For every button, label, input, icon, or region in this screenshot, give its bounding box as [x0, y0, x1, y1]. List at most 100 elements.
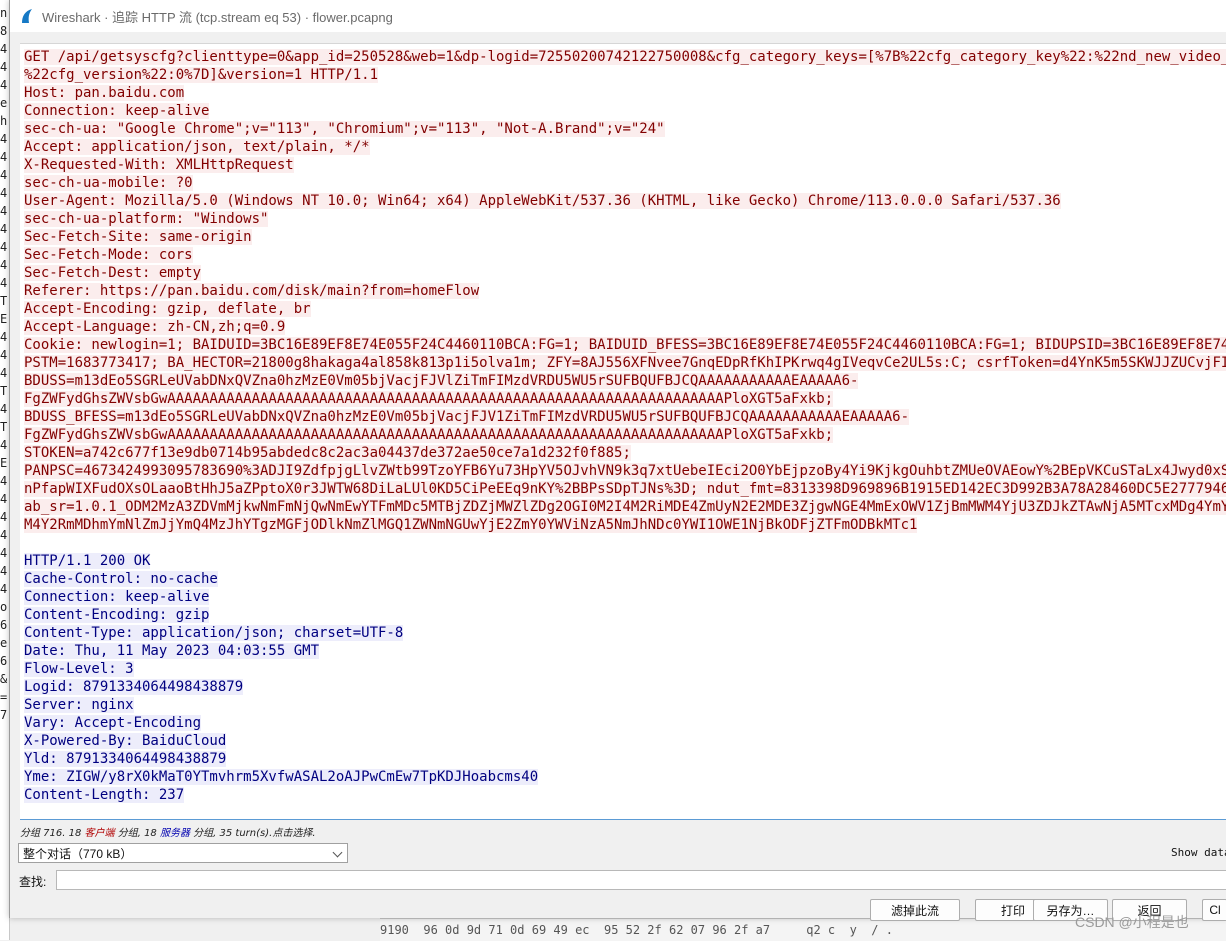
background-char: e	[0, 636, 8, 650]
background-char: E	[0, 456, 8, 470]
close-button[interactable]: Cl	[1202, 899, 1226, 921]
background-char: 4	[0, 366, 8, 380]
background-char: 4	[0, 186, 8, 200]
find-label: 查找:	[19, 875, 47, 889]
background-char: T	[0, 420, 8, 434]
summary-prefix: 分组 716. 18	[20, 828, 85, 839]
request-line: PANPSC=4673424993095783690%3ADJI9ZdfpjgL…	[24, 463, 1226, 479]
background-char: e	[0, 96, 8, 110]
request-line: Connection: keep-alive	[24, 103, 210, 119]
background-char: T	[0, 384, 8, 398]
background-char: 6	[0, 654, 8, 668]
background-char: 4	[0, 258, 8, 272]
background-char: 4	[0, 438, 8, 452]
filter-out-stream-button[interactable]: 滤掉此流	[870, 899, 960, 921]
find-input[interactable]	[56, 870, 1226, 890]
response-line: Cache-Control: no-cache	[24, 571, 218, 587]
show-data-label[interactable]: Show data	[1171, 846, 1226, 859]
csdn-watermark: CSDN @小程是也	[1075, 914, 1189, 930]
request-line: Sec-Fetch-Mode: cors	[24, 247, 193, 263]
background-char: 4	[0, 510, 8, 524]
background-char: T	[0, 294, 8, 308]
conversation-select[interactable]: 整个对话（770 kB）	[18, 843, 348, 863]
response-line: X-Powered-By: BaiduCloud	[24, 733, 227, 749]
summary-suffix: 分组, 35 turn(s).点击选择.	[189, 828, 316, 839]
background-char: =	[0, 690, 8, 704]
request-line: sec-ch-ua-mobile: ?0	[24, 175, 193, 191]
request-line: Accept: application/json, text/plain, */…	[24, 139, 370, 155]
response-line: Flow-Level: 3	[24, 661, 134, 677]
window-title: Wireshark · 追踪 HTTP 流 (tcp.stream eq 53)…	[42, 9, 393, 25]
summary-client-label: 客户端	[84, 828, 115, 839]
response-line: Connection: keep-alive	[24, 589, 210, 605]
request-line: Sec-Fetch-Dest: empty	[24, 265, 202, 281]
request-line: ab_sr=1.0.1_ODM2MzA3ZDVmMjkwNmFmNjQwNmEw…	[24, 499, 1226, 515]
request-line: BDUSS=m13dEo5SGRLeUVabDNxQVZna0hzMzE0Vm0…	[24, 373, 859, 389]
response-line: Vary: Accept-Encoding	[24, 715, 202, 731]
request-line: Cookie: newlogin=1; BAIDUID=3BC16E89EF8E…	[24, 337, 1226, 353]
request-line: M4Y2RmMDhmYmNlZmJjYmQ4MzJhYTgzMGFjODlkNm…	[24, 517, 918, 533]
background-char: 4	[0, 150, 8, 164]
background-char: 6	[0, 618, 8, 632]
response-line: Content-Encoding: gzip	[24, 607, 210, 623]
background-char: 4	[0, 222, 8, 236]
response-line: Yld: 8791334064498438879	[24, 751, 227, 767]
request-line: nPfapWIXFudOXsOLaaoBtHhJ5aZPptoX0r3JWTW6…	[24, 481, 1226, 497]
background-char: 4	[0, 474, 8, 488]
response-line: Logid: 8791334064498438879	[24, 679, 244, 695]
background-char: 4	[0, 168, 8, 182]
background-char: 4	[0, 132, 8, 146]
background-char: 4	[0, 78, 8, 92]
stream-content: GET /api/getsyscfg?clienttype=0&app_id=2…	[24, 48, 1226, 804]
background-char: 4	[0, 240, 8, 254]
background-char: 7	[0, 708, 8, 722]
chevron-down-icon	[332, 847, 343, 858]
response-line: Content-Length: 237	[24, 787, 185, 803]
background-char: E	[0, 312, 8, 326]
response-line: Server: nginx	[24, 697, 134, 713]
background-char: 4	[0, 546, 8, 560]
title-bar: Wireshark · 追踪 HTTP 流 (tcp.stream eq 53)…	[10, 0, 1226, 32]
background-char: 4	[0, 582, 8, 596]
request-line: sec-ch-ua: "Google Chrome";v="113", "Chr…	[24, 121, 665, 137]
background-char: 4	[0, 348, 8, 362]
stream-text-view[interactable]: GET /api/getsyscfg?clienttype=0&app_id=2…	[20, 43, 1226, 820]
request-line: GET /api/getsyscfg?clienttype=0&app_id=2…	[24, 49, 1226, 65]
background-char: o	[0, 600, 8, 614]
conversation-select-value: 整个对话（770 kB）	[23, 846, 133, 861]
background-char: 4	[0, 60, 8, 74]
background-char: 4	[0, 42, 8, 56]
background-char: 4	[0, 564, 8, 578]
background-char: 4	[0, 204, 8, 218]
request-line: FgZWFydGhsZWVsbGwAAAAAAAAAAAAAAAAAAAAAAA…	[24, 427, 834, 443]
summary-mid: 分组, 18	[114, 828, 160, 839]
background-char: 4	[0, 492, 8, 506]
background-char: 4	[0, 330, 8, 344]
request-line: sec-ch-ua-platform: "Windows"	[24, 211, 269, 227]
background-char: &	[0, 672, 8, 686]
request-line: STOKEN=a742c677f13e9db0714b95abdedc8c2ac…	[24, 445, 631, 461]
stream-summary-text[interactable]: 分组 716. 18 客户端 分组, 18 服务器 分组, 35 turn(s)…	[20, 824, 316, 839]
wireshark-fin-icon	[22, 9, 32, 23]
request-line: Sec-Fetch-Site: same-origin	[24, 229, 252, 245]
background-char: h	[0, 114, 8, 128]
background-char: 8	[0, 24, 8, 38]
response-line: Content-Type: application/json; charset=…	[24, 625, 404, 641]
summary-server-label: 服务器	[159, 828, 190, 839]
request-line: FgZWFydGhsZWVsbGwAAAAAAAAAAAAAAAAAAAAAAA…	[24, 391, 834, 407]
request-line: Host: pan.baidu.com	[24, 85, 185, 101]
request-line: X-Requested-With: XMLHttpRequest	[24, 157, 294, 173]
request-line: PSTM=1683773417; BA_HECTOR=21800g8hakaga…	[24, 355, 1226, 371]
response-line: Date: Thu, 11 May 2023 04:03:55 GMT	[24, 643, 320, 659]
background-char: 4	[0, 528, 8, 542]
follow-http-stream-dialog: Wireshark · 追踪 HTTP 流 (tcp.stream eq 53)…	[9, 0, 1226, 921]
background-char: n	[0, 6, 8, 20]
request-line: Accept-Language: zh-CN,zh;q=0.9	[24, 319, 286, 335]
request-line: Accept-Encoding: gzip, deflate, br	[24, 301, 311, 317]
response-line: Yme: ZIGW/y8rX0kMaT0YTmvhrm5XvfwASAL2oAJ…	[24, 769, 539, 785]
background-char: 4	[0, 276, 8, 290]
request-line: BDUSS_BFESS=m13dEo5SGRLeUVabDNxQVZna0hzM…	[24, 409, 910, 425]
request-line: Referer: https://pan.baidu.com/disk/main…	[24, 283, 480, 299]
request-line: %22cfg_version%22:0%7D]&version=1 HTTP/1…	[24, 67, 379, 83]
